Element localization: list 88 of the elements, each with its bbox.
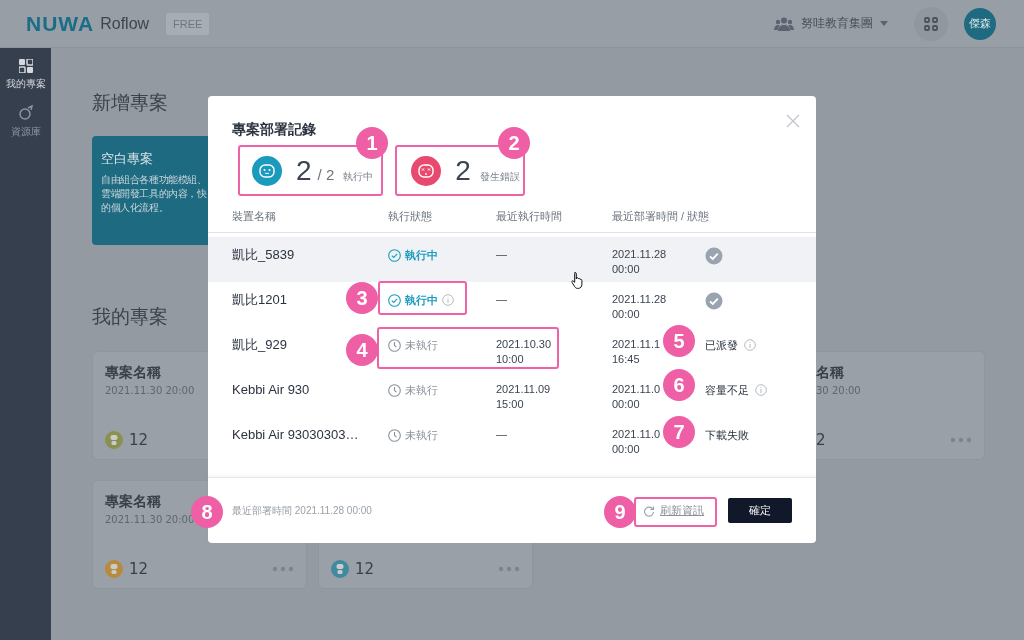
more-icon[interactable]	[950, 437, 972, 443]
column-header: 最近執行時間	[496, 209, 562, 224]
grid-icon	[924, 16, 938, 31]
more-icon[interactable]	[498, 566, 520, 572]
deploy-time: 2021.11.0	[612, 382, 661, 397]
last-run-time: —	[496, 292, 507, 307]
callout-number: 9	[604, 496, 636, 528]
info-icon[interactable]	[755, 384, 767, 396]
stat-total: / 2	[317, 165, 335, 183]
grid-icon	[18, 59, 33, 73]
project-name: 專案名稱	[105, 493, 161, 511]
card-description: 雲端開發工具的內容，快	[101, 187, 207, 201]
smiling-robot-icon	[252, 155, 282, 186]
deploy-status: 下載失敗	[705, 428, 749, 443]
error-robot-icon	[411, 155, 442, 186]
refresh-icon	[643, 504, 655, 517]
check-circle-icon	[388, 293, 401, 307]
confirm-button[interactable]: 確定	[728, 498, 792, 523]
deploy-time: 2021.11.0	[612, 427, 661, 442]
device-name: 凱比_5839	[232, 247, 295, 263]
clock-icon	[388, 383, 401, 397]
check-circle-icon	[705, 247, 723, 265]
check-circle-icon	[705, 292, 723, 310]
dialog-title: 專案部署記錄	[232, 120, 316, 138]
robot-count: 12	[355, 560, 375, 578]
logo: NUWA	[26, 11, 95, 36]
plan-badge: FREE	[166, 12, 210, 35]
device-name: Kebbi Air 930	[232, 382, 310, 398]
column-header: 執行狀態	[388, 209, 432, 224]
robot-count: 12	[129, 560, 149, 578]
robot-count: 12	[129, 431, 149, 449]
group-icon	[774, 16, 794, 31]
run-status: 未執行	[405, 383, 438, 398]
column-header: 裝置名稱	[232, 209, 276, 224]
deploy-time: 00:00	[612, 262, 640, 277]
info-icon[interactable]	[744, 339, 756, 351]
device-name: 凱比1201	[232, 292, 287, 308]
check-circle-icon	[388, 248, 401, 262]
deploy-time: 00:00	[612, 442, 640, 457]
last-run-time: —	[496, 427, 507, 442]
deploy-status: 容量不足	[705, 383, 749, 398]
deploy-time: 16:45	[612, 352, 640, 367]
last-run-time: 10:00	[496, 352, 524, 367]
close-icon[interactable]	[786, 114, 800, 128]
stat-count: 2	[455, 154, 471, 187]
run-status: 未執行	[405, 338, 438, 353]
last-run-time: 2021.10.30	[496, 337, 552, 352]
section-heading: 新增專案	[92, 90, 168, 115]
clock-icon	[388, 338, 401, 352]
run-status: 執行中	[405, 293, 438, 308]
table-row[interactable]: 凱比_5839 執行中 — 2021.11.28 00:00	[208, 237, 816, 282]
last-run-time: —	[496, 247, 507, 262]
robot-count: 2	[816, 431, 826, 449]
last-run-time: 2021.11.09	[496, 382, 551, 397]
section-heading: 我的專案	[92, 304, 168, 329]
card-description: 自由組合各種功能模組、	[101, 173, 207, 187]
run-status: 未執行	[405, 428, 438, 443]
last-run-time: 15:00	[496, 397, 524, 412]
info-icon[interactable]	[442, 294, 454, 306]
caret-icon	[880, 21, 888, 26]
project-name: 名稱	[816, 364, 844, 382]
column-header: 最近部署時間 / 狀態	[612, 209, 709, 224]
more-icon[interactable]	[272, 566, 294, 572]
apps-button[interactable]	[914, 6, 948, 41]
pointer-cursor-icon	[571, 271, 586, 289]
stat-count: 2	[296, 154, 312, 187]
clock-icon	[388, 428, 401, 442]
user-avatar[interactable]: 傑森	[964, 7, 996, 40]
deploy-time: 00:00	[612, 307, 640, 322]
run-status: 執行中	[405, 248, 438, 263]
deploy-time: 2021.11.28	[612, 292, 667, 307]
deploy-time: 00:00	[612, 397, 640, 412]
callout-number: 2	[498, 127, 530, 159]
sidebar-item[interactable]: 資源庫	[10, 105, 41, 139]
project-name: 專案名稱	[105, 364, 161, 382]
app-name: Roflow	[100, 14, 150, 33]
device-name: 凱比_929	[232, 337, 287, 353]
project-date: 30 20:00	[816, 385, 861, 396]
sidebar-item[interactable]: 我的專案	[5, 59, 46, 91]
project-date: 2021.11.30 20:00	[105, 385, 195, 396]
stat-label: 發生錯誤	[479, 169, 520, 184]
deploy-time: 2021.11.28	[612, 247, 667, 262]
deploy-time: 2021.11.1	[612, 337, 661, 352]
card-title: 空白專案	[101, 150, 153, 168]
callout-number: 1	[356, 127, 388, 159]
deploy-status: 已派發	[705, 338, 738, 353]
card-description: 的個人化流程。	[101, 201, 169, 215]
stat-label: 執行中	[343, 169, 374, 184]
